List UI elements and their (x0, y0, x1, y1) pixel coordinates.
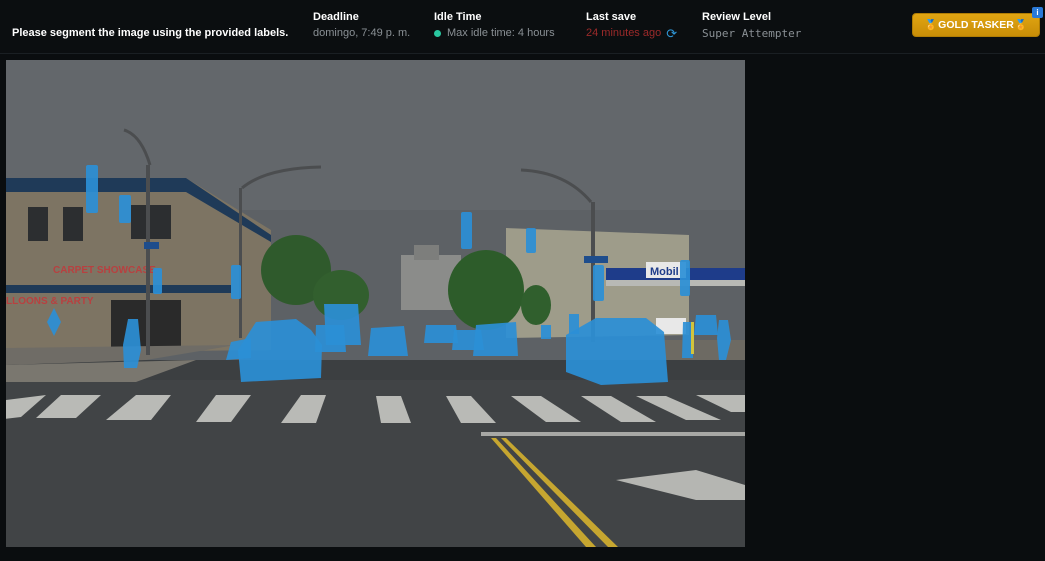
traffic-light-mask (86, 165, 98, 213)
segmentation-canvas[interactable]: CARPET SHOWCASE LLOONS & PARTY Mobil (6, 60, 745, 547)
deadline-label: Deadline (313, 11, 359, 23)
refresh-icon[interactable]: ⟳ (666, 27, 677, 40)
review-level-value: Super Attempter (702, 27, 802, 40)
medal-icon: 🏅 (924, 19, 938, 31)
car-mask (424, 325, 458, 343)
gold-tasker-label: GOLD TASKER (938, 19, 1014, 31)
pole (239, 188, 242, 338)
traffic-light-mask (680, 260, 690, 296)
status-dot-icon (434, 29, 441, 37)
traffic-light-mask (526, 228, 536, 253)
mobil-sign: Mobil (650, 266, 679, 278)
traffic-light-mask (153, 268, 162, 294)
idle-label: Idle Time (434, 11, 482, 23)
traffic-light-mask (461, 212, 472, 249)
tree (448, 250, 524, 330)
sign-mask (569, 314, 579, 334)
deadline-value: domingo, 7:49 p. m. (313, 27, 411, 39)
pole (146, 165, 150, 355)
street-sign (584, 256, 608, 263)
info-icon[interactable]: i (1032, 7, 1043, 18)
traffic-light-mask (231, 265, 241, 299)
traffic-light-mask (593, 265, 604, 301)
car-mask (368, 326, 408, 356)
medal-icon: 🏅 (1014, 19, 1028, 31)
last-save-label: Last save (586, 11, 637, 23)
car-mask (566, 318, 668, 385)
party-sign: LLOONS & PARTY (6, 296, 94, 307)
bollard (691, 322, 694, 354)
idle-value: Max idle time: 4 hours (447, 27, 555, 39)
carpet-sign: CARPET SHOWCASE (53, 265, 156, 276)
sign-mask (541, 325, 551, 339)
review-level-label: Review Level (702, 11, 772, 23)
car-mask (473, 322, 518, 356)
review-level-info: Review Level Super Attempter (702, 11, 801, 40)
tree (521, 285, 551, 325)
deadline-info: Deadline domingo, 7:49 p. m. (313, 11, 410, 39)
street-sign (144, 242, 159, 249)
top-bar: Please segment the image using the provi… (0, 0, 1045, 54)
traffic-light-mask (119, 195, 131, 223)
street-scene-image: CARPET SHOWCASE LLOONS & PARTY Mobil (6, 60, 745, 547)
idle-info: Idle Time Max idle time: 4 hours (434, 11, 555, 39)
task-instruction: Please segment the image using the provi… (12, 27, 289, 39)
last-save-info: Last save 24 minutes ago ⟳ (586, 11, 677, 40)
last-save-value: 24 minutes ago (586, 27, 662, 39)
car-mask (315, 325, 346, 352)
car-mask (694, 315, 718, 335)
gold-tasker-badge[interactable]: 🏅 GOLD TASKER 🏅 (912, 13, 1040, 37)
